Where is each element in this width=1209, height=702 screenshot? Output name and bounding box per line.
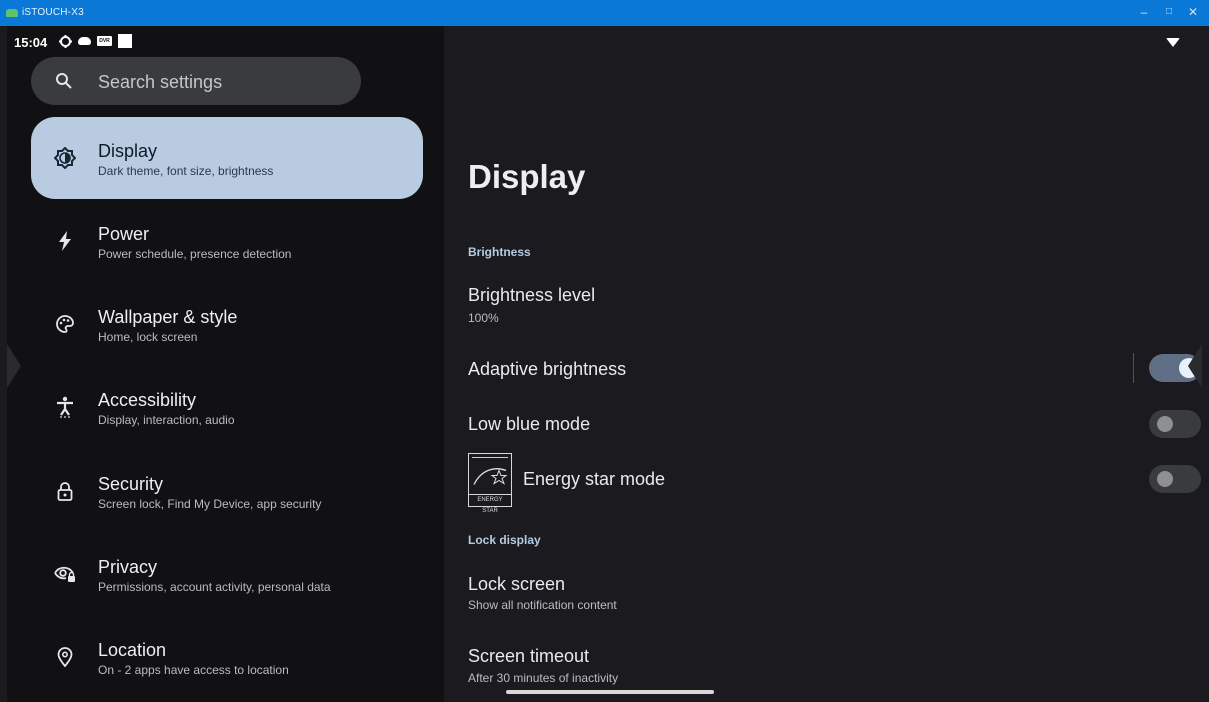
pref-title: Adaptive brightness	[468, 359, 627, 379]
search-settings-field[interactable]: Search settings	[31, 57, 361, 105]
section-header-brightness: Brightness	[468, 245, 531, 259]
sidebar-item-subtitle: Dark theme, font size, brightness	[98, 164, 274, 178]
sidebar-item-privacy[interactable]: Privacy Permissions, account activity, p…	[31, 533, 423, 615]
sidebar-item-power[interactable]: Power Power schedule, presence detection	[31, 200, 423, 282]
close-button[interactable]: ✕	[1185, 5, 1201, 19]
sidebar-item-title: Wallpaper & style	[98, 307, 238, 327]
energy-star-logo-text: ENERGY STAR	[469, 494, 511, 514]
privacy-eye-icon	[53, 562, 77, 586]
gesture-nav-handle[interactable]	[506, 690, 714, 694]
wifi-icon	[1166, 38, 1180, 47]
search-placeholder: Search settings	[98, 72, 223, 92]
pref-title: Low blue mode	[468, 414, 591, 434]
accessibility-icon	[53, 395, 77, 419]
sidebar-item-title: Security	[98, 474, 164, 494]
sidebar-item-wallpaper-style[interactable]: Wallpaper & style Home, lock screen	[31, 283, 423, 365]
energy-star-logo: ENERGY STAR	[468, 453, 512, 514]
brightness-icon	[53, 146, 77, 170]
pref-title: Brightness level	[468, 285, 596, 305]
display-settings-panel: Display Brightness Brightness level 100%…	[444, 26, 1202, 702]
low-blue-mode-toggle[interactable]	[1149, 410, 1201, 438]
lock-icon	[53, 479, 77, 503]
maximize-button[interactable]: □	[1161, 5, 1177, 19]
pref-title: Lock screen	[468, 574, 566, 594]
sidebar-item-subtitle: On - 2 apps have access to location	[98, 663, 289, 677]
left-edge-handle[interactable]	[7, 344, 21, 388]
bolt-icon	[53, 229, 77, 253]
title-bar: iSTOUCH-X3 – □ ✕	[0, 0, 1209, 26]
dvr-icon: DVR	[97, 36, 112, 46]
pref-subtitle: 100%	[468, 311, 499, 325]
minimize-button[interactable]: –	[1136, 5, 1152, 19]
sidebar-item-accessibility[interactable]: Accessibility Display, interaction, audi…	[31, 366, 423, 448]
sidebar-item-subtitle: Screen lock, Find My Device, app securit…	[98, 497, 322, 511]
sidebar-item-title: Display	[98, 141, 158, 161]
sidebar-item-location[interactable]: Location On - 2 apps have access to loca…	[31, 616, 423, 698]
toggle-knob	[1157, 416, 1173, 432]
toggle-knob	[1157, 471, 1173, 487]
sidebar-item-subtitle: Home, lock screen	[98, 330, 198, 344]
sidebar-item-display[interactable]: Display Dark theme, font size, brightnes…	[31, 117, 423, 199]
pref-subtitle: After 30 minutes of inactivity	[468, 671, 619, 685]
pref-subtitle: Show all notification content	[468, 598, 617, 612]
status-time: 15:04	[14, 35, 48, 50]
cloud-icon	[78, 37, 91, 45]
app-window: iSTOUCH-X3 – □ ✕ 15:04 DVR Search settin…	[0, 0, 1209, 702]
sidebar-item-subtitle: Permissions, account activity, personal …	[98, 580, 331, 594]
sidebar-item-title: Privacy	[98, 557, 158, 577]
energy-star-emblem-icon	[472, 457, 508, 485]
sidebar-item-subtitle: Display, interaction, audio	[98, 413, 235, 427]
settings-sidebar: 15:04 DVR Search settings Display Dark t…	[7, 26, 444, 702]
window-title: iSTOUCH-X3	[22, 7, 84, 18]
status-icons: DVR	[59, 33, 132, 49]
search-icon	[56, 73, 72, 89]
android-app-icon	[6, 9, 18, 17]
sidebar-item-title: Location	[98, 640, 167, 660]
pref-title: Screen timeout	[468, 646, 590, 666]
toggle-divider	[1133, 353, 1134, 383]
energy-star-mode-toggle[interactable]	[1149, 465, 1201, 493]
pref-title: Energy star mode	[523, 469, 666, 489]
section-header-lock-display: Lock display	[468, 533, 541, 547]
palette-icon	[53, 312, 77, 336]
settings-gear-icon	[59, 34, 72, 48]
device-screen: 15:04 DVR Search settings Display Dark t…	[7, 26, 1202, 702]
location-pin-icon	[53, 645, 77, 669]
sidebar-item-subtitle: Power schedule, presence detection	[98, 247, 292, 261]
sidebar-item-title: Power	[98, 224, 150, 244]
sidebar-item-title: Accessibility	[98, 390, 197, 410]
square-notification-icon	[118, 34, 132, 48]
sidebar-item-security[interactable]: Security Screen lock, Find My Device, ap…	[31, 450, 423, 532]
page-title: Display	[468, 158, 586, 195]
